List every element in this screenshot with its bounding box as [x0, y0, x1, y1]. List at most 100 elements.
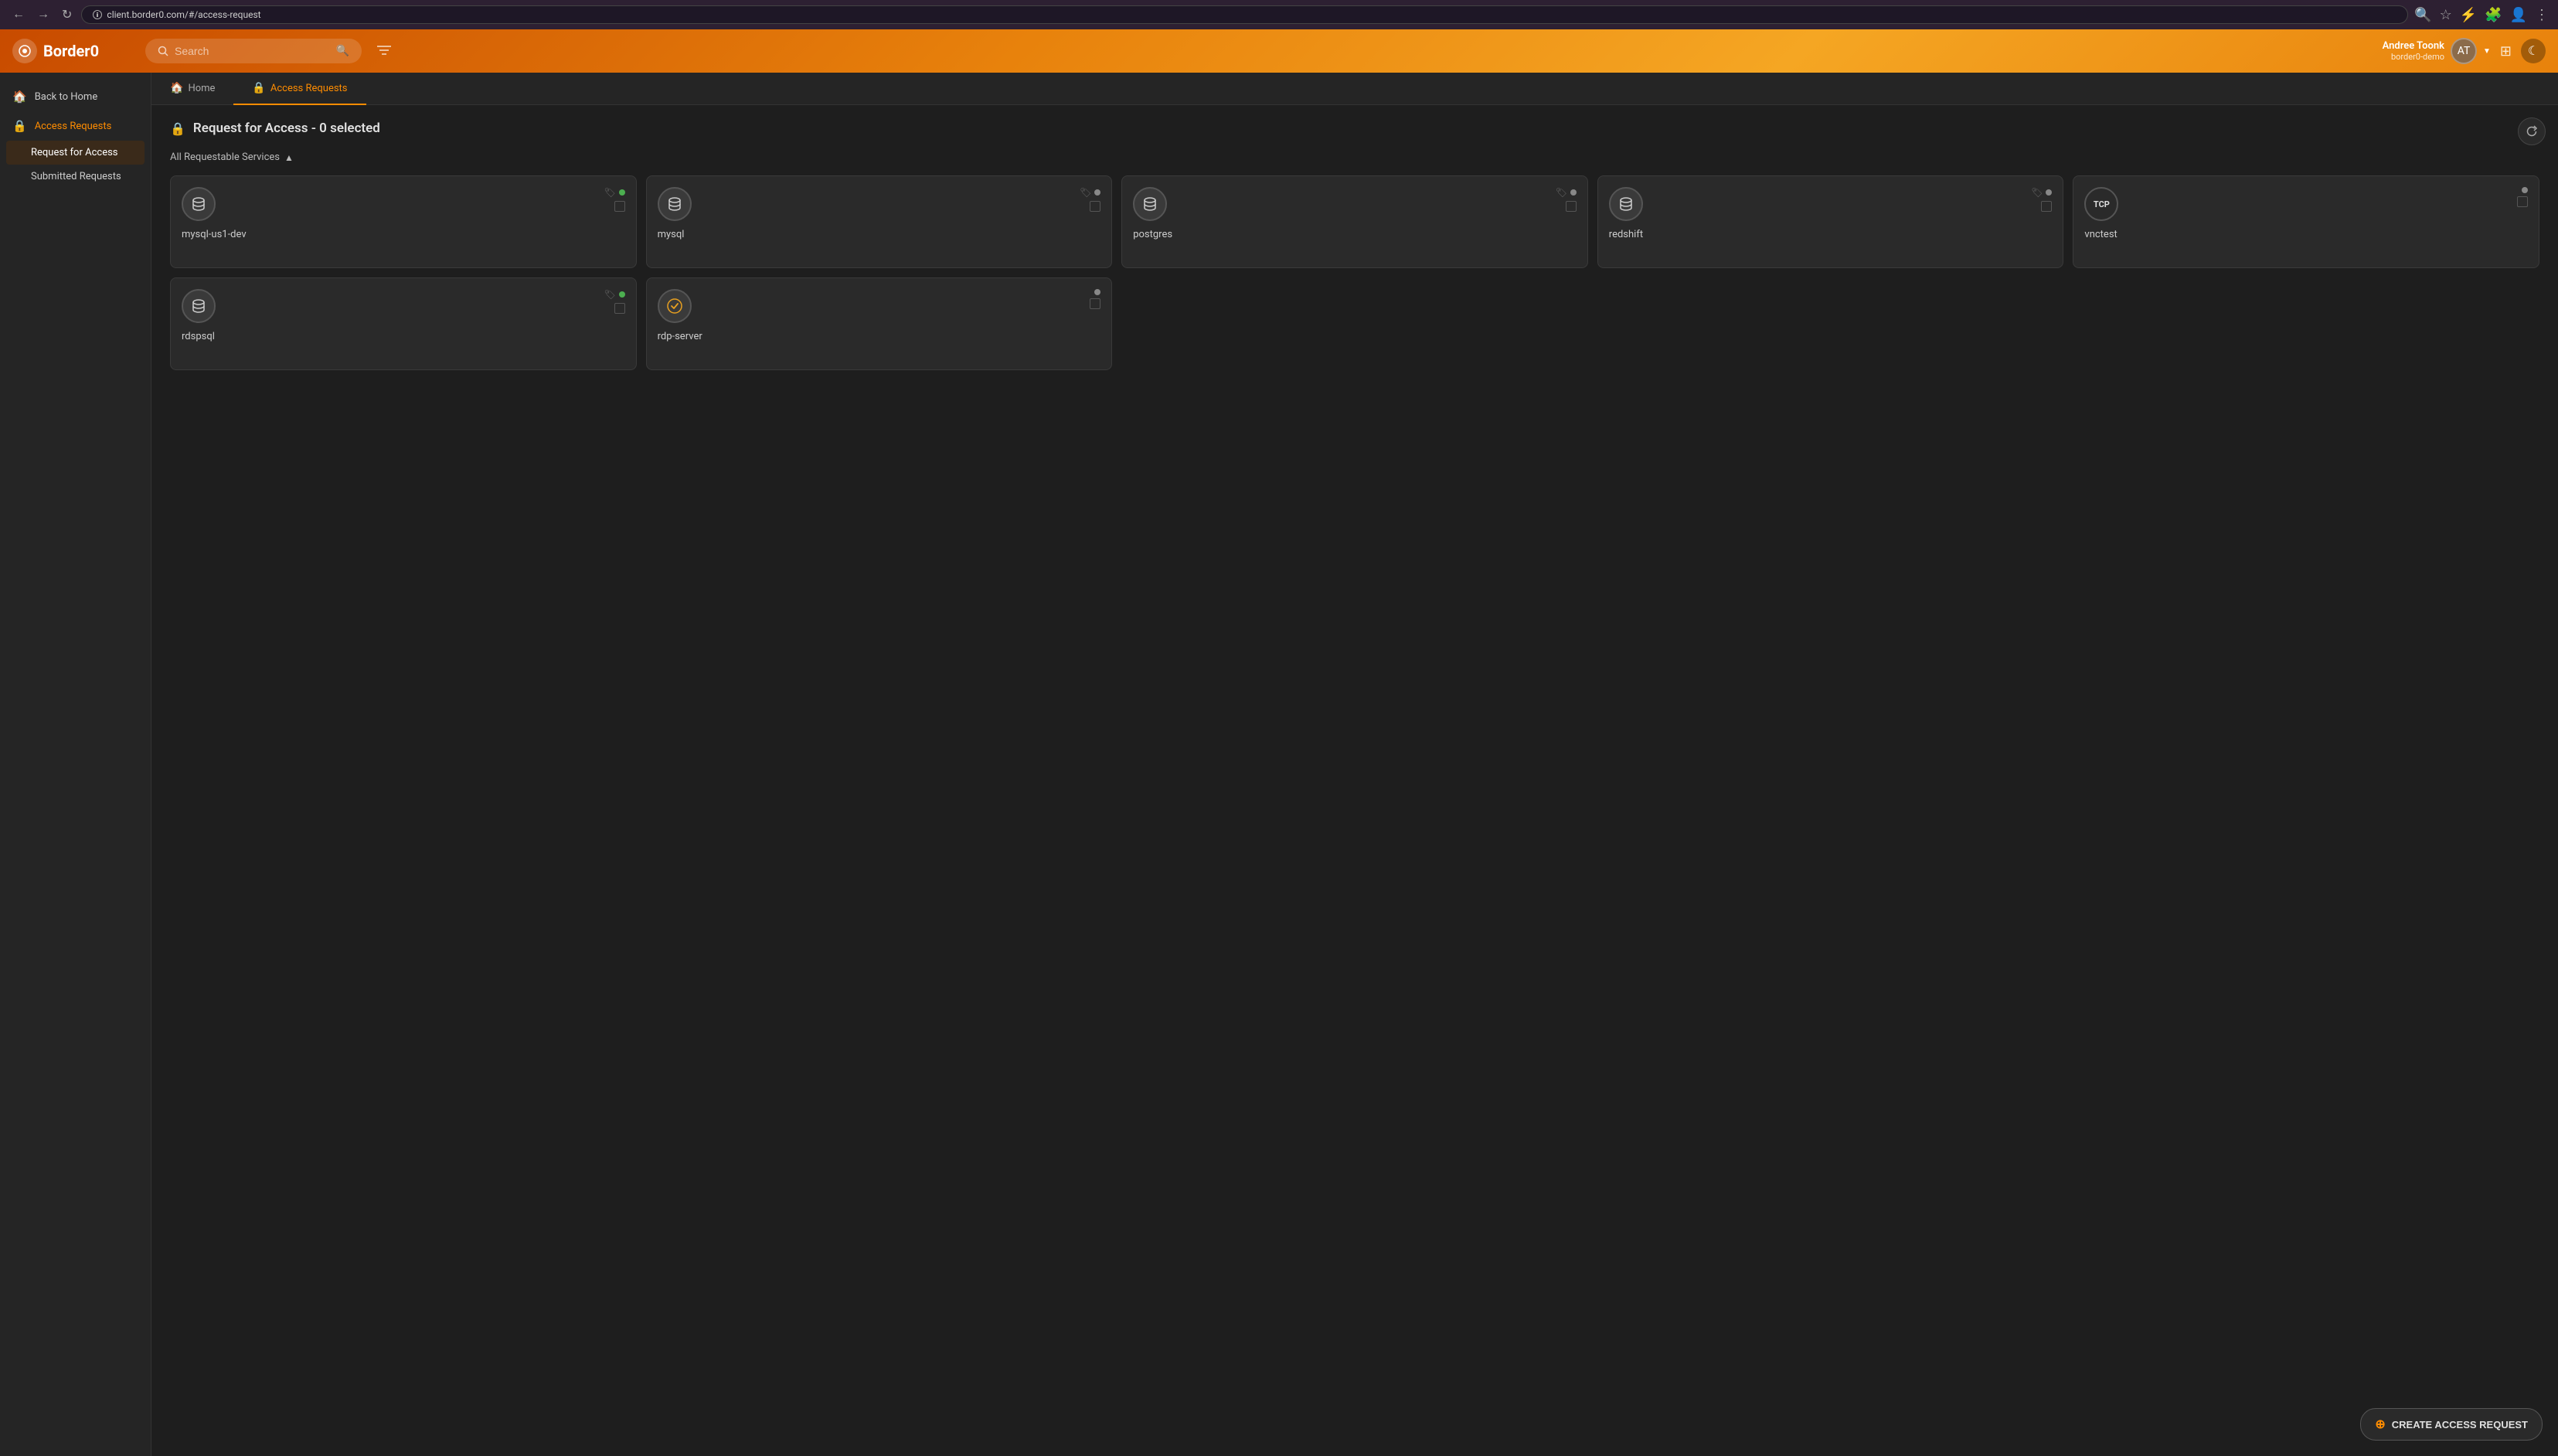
home-tab-icon: 🏠 — [170, 82, 183, 94]
chevron-down-icon: ▼ — [2483, 47, 2491, 56]
bolt-icon: ⚡ — [2460, 7, 2477, 23]
tcp-icon: TCP — [2084, 187, 2118, 221]
service-name: vnctest — [2084, 229, 2528, 240]
service-card-redshift[interactable]: 🏷 redshift — [1597, 175, 2064, 268]
service-card-top: 🏷 — [182, 289, 625, 323]
create-access-request-button[interactable]: ⊕ CREATE ACCESS REQUEST — [2360, 1408, 2543, 1441]
app-header: Border0 🔍 Andree Toonk border0-demo AT ▼… — [0, 29, 2558, 73]
home-tab-label: Home — [188, 83, 215, 94]
tab-nav: 🏠 Home 🔒 Access Requests — [151, 73, 2558, 105]
service-name: mysql — [658, 229, 1101, 240]
service-meta: 🏷 — [604, 289, 624, 314]
service-name: rdspsql — [182, 331, 625, 342]
chevron-up-icon: ▲ — [284, 152, 294, 163]
logo-text: Border0 — [43, 42, 99, 60]
tag-icon: 🏷 — [2031, 187, 2043, 198]
tab-home[interactable]: 🏠 Home — [151, 73, 233, 105]
refresh-button[interactable] — [2518, 117, 2546, 145]
status-dot — [1570, 189, 1577, 196]
tag-icon: 🏷 — [1080, 187, 1091, 198]
db-icon — [182, 289, 216, 323]
logo-area: Border0 — [12, 39, 136, 63]
search-bar-container[interactable]: 🔍 — [145, 39, 362, 63]
header-right: Andree Toonk border0-demo AT ▼ ⊞ ☾ — [2383, 38, 2546, 64]
service-meta: 🏷 — [604, 187, 624, 212]
search-submit-icon[interactable]: 🔍 — [336, 45, 349, 57]
indicator-row: 🏷 — [1556, 187, 1577, 198]
service-checkbox[interactable] — [1090, 298, 1100, 309]
db-icon — [658, 187, 692, 221]
service-card-top — [658, 289, 1101, 323]
star-icon: ☆ — [2440, 7, 2452, 23]
page-title: Request for Access - 0 selected — [193, 121, 380, 136]
sidebar-sub-request-for-access[interactable]: Request for Access — [6, 141, 145, 165]
filter-button[interactable] — [371, 40, 397, 63]
user-org: border0-demo — [2383, 52, 2444, 62]
page-title-icon: 🔒 — [170, 121, 185, 136]
create-icon: ⊕ — [2375, 1417, 2385, 1432]
db-icon — [182, 187, 216, 221]
access-tab-icon: 🔒 — [252, 82, 265, 94]
back-button[interactable]: ← — [9, 6, 28, 23]
ext-icon: 🧩 — [2485, 7, 2502, 23]
section-header[interactable]: All Requestable Services ▲ — [170, 151, 2539, 163]
service-checkbox[interactable] — [2041, 201, 2052, 212]
service-meta: 🏷 — [1556, 187, 1577, 212]
create-button-label: CREATE ACCESS REQUEST — [2392, 1419, 2528, 1430]
profile-icon: 👤 — [2510, 7, 2527, 23]
service-grid-row2: 🏷 rdspsql — [170, 277, 2539, 370]
service-grid-row1: 🏷 mysql-us1-dev — [170, 175, 2539, 268]
url-bar: client.border0.com/#/access-request — [81, 5, 2408, 24]
service-card-top: 🏷 — [1609, 187, 2053, 221]
sidebar: 🏠 Back to Home 🔒 Access Requests Request… — [0, 73, 151, 1456]
service-card-mysql[interactable]: 🏷 mysql — [646, 175, 1113, 268]
sidebar-item-back-to-home[interactable]: 🏠 Back to Home — [0, 82, 151, 111]
service-checkbox[interactable] — [2517, 196, 2528, 207]
service-card-top: 🏷 — [182, 187, 625, 221]
status-dot — [619, 291, 625, 298]
indicator-row: 🏷 — [604, 187, 624, 198]
indicator-row: 🏷 — [604, 289, 624, 300]
reload-button[interactable]: ↻ — [59, 5, 75, 24]
section-label: All Requestable Services — [170, 151, 280, 163]
dark-mode-toggle[interactable]: ☾ — [2521, 39, 2546, 63]
content-area: 🔒 Request for Access - 0 selected All Re… — [151, 105, 2558, 1456]
rdp-icon — [658, 289, 692, 323]
sidebar-sub-submitted-requests[interactable]: Submitted Requests — [0, 165, 151, 189]
service-meta — [1090, 289, 1100, 309]
grid-view-button[interactable]: ⊞ — [2500, 43, 2512, 60]
status-dot — [2046, 189, 2052, 196]
indicator-row: 🏷 — [1080, 187, 1100, 198]
service-meta: 🏷 — [1080, 187, 1100, 212]
search-input[interactable] — [175, 45, 330, 57]
access-tab-label: Access Requests — [270, 83, 348, 94]
service-card-rdp-server[interactable]: rdp-server — [646, 277, 1113, 370]
service-checkbox[interactable] — [1090, 201, 1100, 212]
indicator-row — [1094, 289, 1100, 295]
forward-button[interactable]: → — [34, 6, 53, 23]
user-name: Andree Toonk — [2383, 40, 2444, 52]
page-header: 🔒 Request for Access - 0 selected — [170, 121, 2539, 136]
url-text: client.border0.com/#/access-request — [107, 9, 260, 20]
access-requests-icon: 🔒 — [12, 119, 27, 133]
service-name: rdp-server — [658, 331, 1101, 342]
browser-actions: 🔍 ☆ ⚡ 🧩 👤 ⋮ — [2414, 7, 2549, 23]
sidebar-back-label: Back to Home — [35, 91, 98, 103]
service-name: postgres — [1133, 229, 1577, 240]
service-card-top: TCP — [2084, 187, 2528, 221]
service-checkbox[interactable] — [614, 303, 625, 314]
logo-icon — [12, 39, 37, 63]
service-card-mysql-us1-dev[interactable]: 🏷 mysql-us1-dev — [170, 175, 637, 268]
service-checkbox[interactable] — [614, 201, 625, 212]
service-card-vnctest[interactable]: TCP vnctest — [2073, 175, 2539, 268]
tab-access-requests[interactable]: 🔒 Access Requests — [233, 73, 366, 105]
service-card-top: 🏷 — [1133, 187, 1577, 221]
service-card-rdspsql[interactable]: 🏷 rdspsql — [170, 277, 637, 370]
indicator-row: 🏷 — [2031, 187, 2052, 198]
sidebar-item-access-requests[interactable]: 🔒 Access Requests — [0, 111, 151, 141]
service-card-top: 🏷 — [658, 187, 1101, 221]
service-card-postgres[interactable]: 🏷 postgres — [1121, 175, 1588, 268]
sidebar-access-label: Access Requests — [35, 121, 112, 132]
service-checkbox[interactable] — [1566, 201, 1577, 212]
menu-icon: ⋮ — [2535, 7, 2549, 23]
